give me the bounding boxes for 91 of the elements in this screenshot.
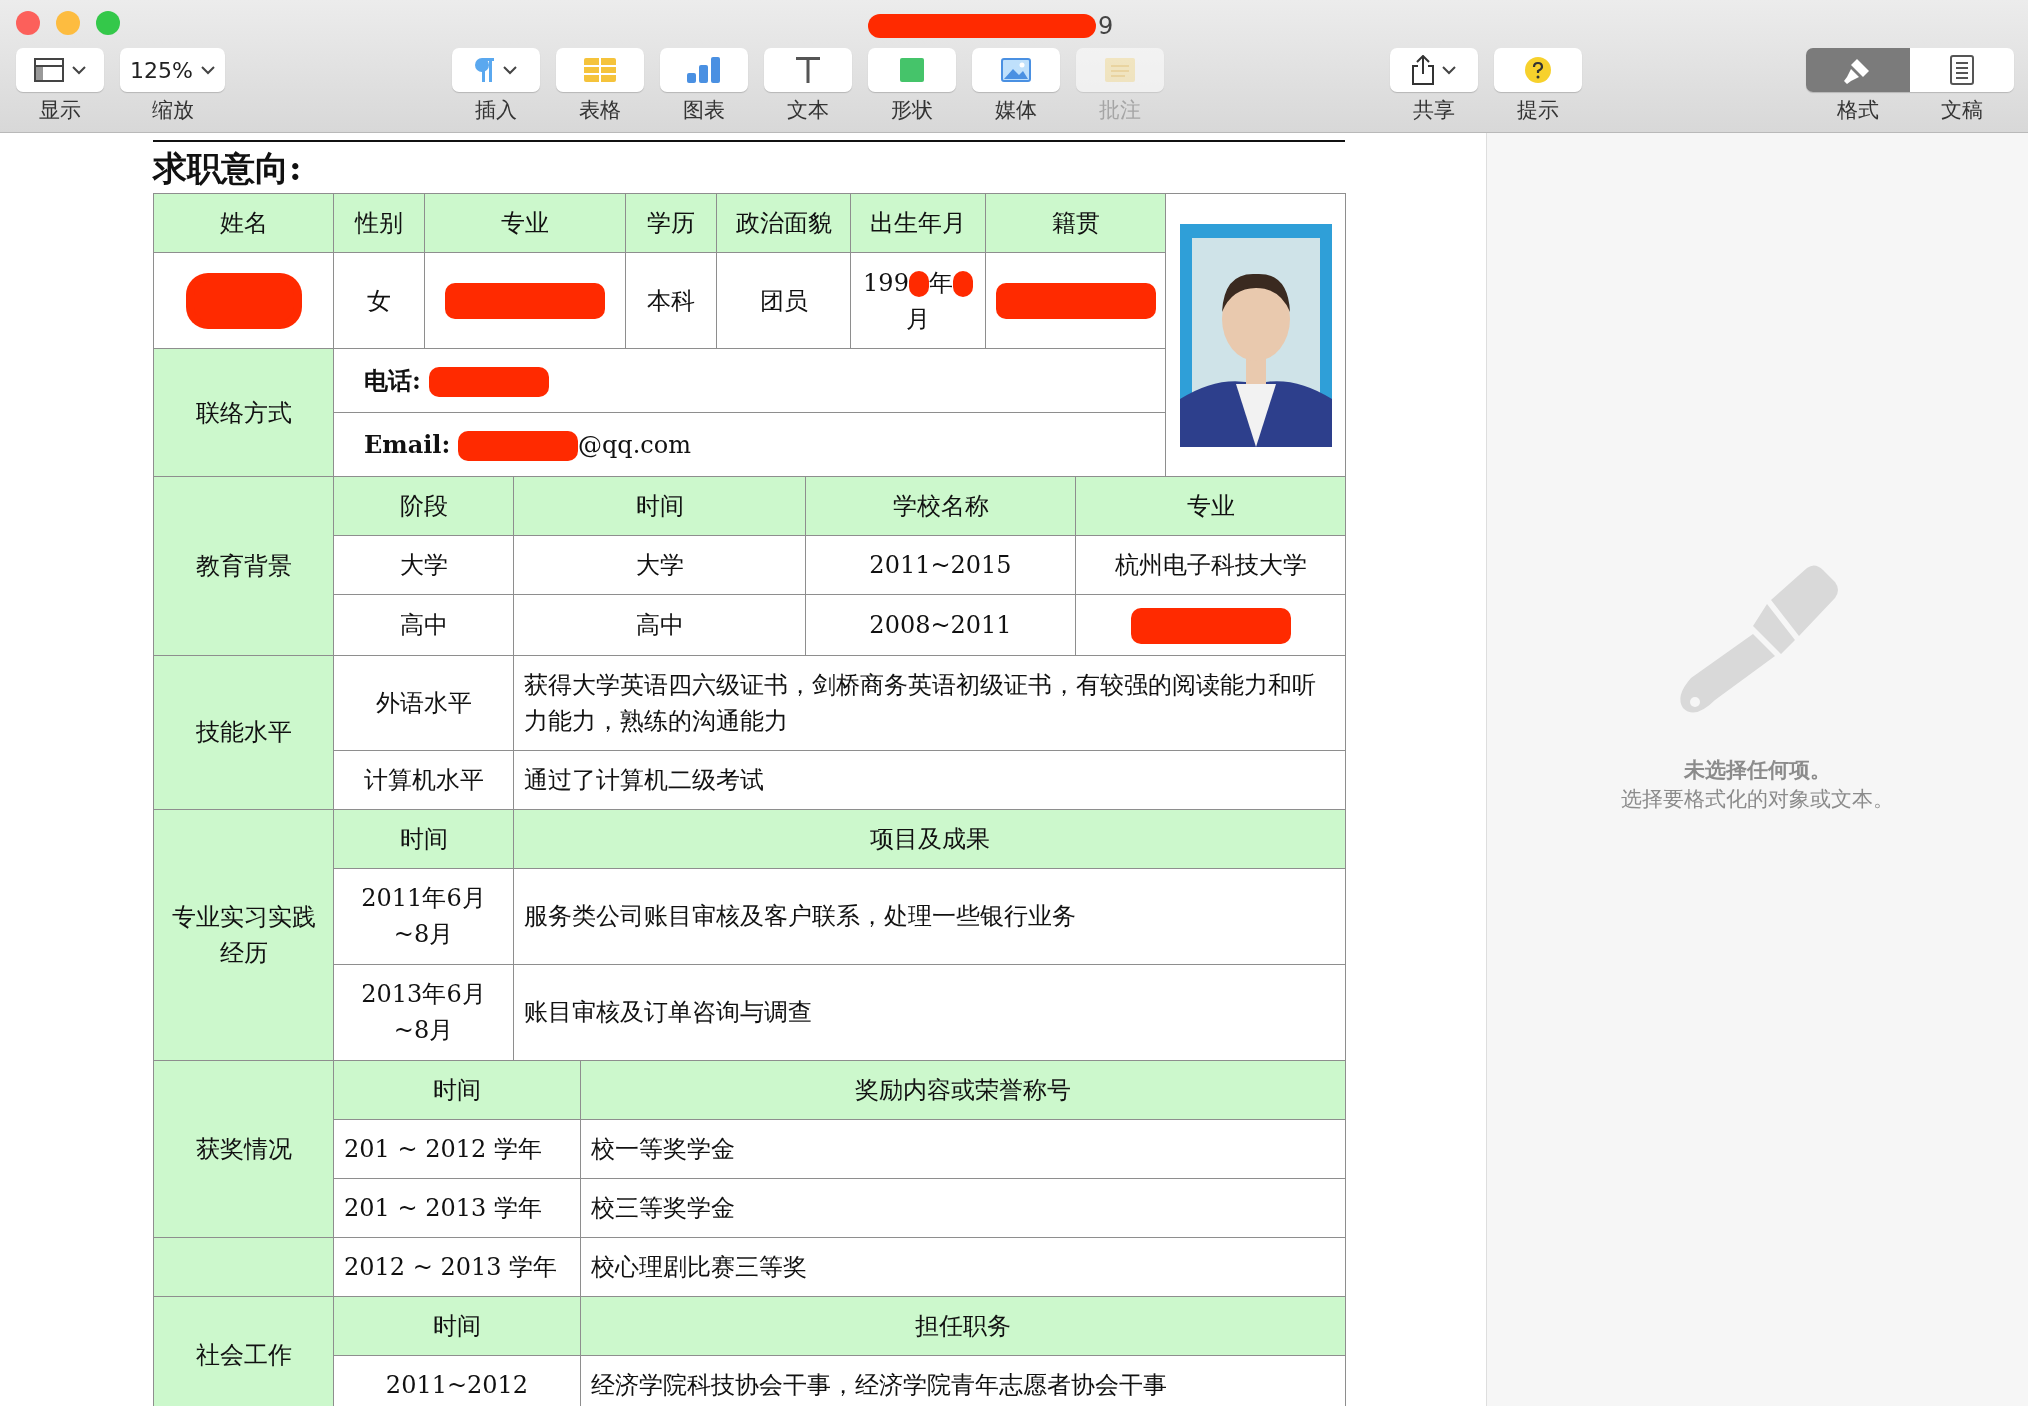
column-header: 姓名	[153, 193, 334, 253]
bar-chart-icon	[687, 57, 721, 83]
toolbar-label: 提示	[1517, 98, 1559, 124]
table-button[interactable]	[556, 48, 644, 92]
toolbar-label: 显示	[39, 98, 81, 124]
toolbar-label: 文本	[787, 98, 829, 124]
table-cell: 服务类公司账目审核及客户联系，处理一些银行业务	[513, 868, 1346, 964]
table-cell: 杭州电子科技大学	[1075, 535, 1346, 595]
minimize-button[interactable]	[56, 11, 80, 35]
redaction-mark	[908, 271, 929, 297]
row-label: 专业实习实践经历	[153, 809, 334, 1060]
column-header: 时间	[333, 1296, 581, 1355]
table-cell: 大学	[333, 535, 514, 595]
chevron-down-icon	[200, 65, 215, 75]
column-header: 学校名称	[805, 476, 1076, 536]
row-label: 社会工作	[153, 1296, 334, 1406]
row-label: 联络方式	[153, 348, 334, 477]
document-tab[interactable]	[1910, 48, 2014, 92]
layout-icon	[34, 58, 64, 82]
table-cell: 2011~2015	[805, 535, 1076, 595]
chevron-down-icon	[72, 65, 86, 75]
toolbar-label: 格式	[1836, 98, 1880, 124]
toolbar-label: 缩放	[151, 98, 194, 124]
column-header: 时间	[333, 809, 514, 868]
hint-text: 选择要格式化的对象或文本。	[1621, 786, 1894, 814]
column-header: 时间	[333, 1060, 581, 1119]
toolbar-label: 文稿	[1940, 98, 1984, 124]
toolbar-label: 表格	[579, 98, 621, 124]
note-icon	[1105, 58, 1135, 82]
column-header: 籍贯	[985, 193, 1166, 253]
square-icon	[900, 58, 924, 82]
table-cell: 团员	[716, 252, 851, 349]
table-cell: 201 ~ 2012 学年	[333, 1119, 581, 1178]
paragraph-icon	[475, 57, 495, 83]
chart-button[interactable]	[660, 48, 748, 92]
media-button[interactable]	[972, 48, 1060, 92]
redaction-mark	[952, 271, 973, 297]
share-button[interactable]	[1390, 48, 1478, 92]
column-header: 时间	[513, 476, 806, 536]
column-header: 奖励内容或荣誉称号	[580, 1060, 1346, 1119]
chevron-down-icon	[1442, 65, 1456, 75]
view-button[interactable]	[16, 48, 104, 92]
zoom-dropdown[interactable]: 125%	[120, 48, 225, 92]
column-header: 出生年月	[850, 193, 986, 253]
share-icon	[1412, 55, 1434, 85]
close-button[interactable]	[16, 11, 40, 35]
cell-text: 年	[928, 268, 953, 297]
empty-message: 未选择任何项。	[1684, 757, 1831, 784]
table-cell: 校一等奖学金	[580, 1119, 1346, 1178]
field-label: Email:	[364, 429, 451, 459]
column-header: 专业	[424, 193, 626, 253]
row-label: 获奖情况	[153, 1060, 334, 1237]
cell-text: 月	[906, 304, 930, 333]
column-header: 学历	[625, 193, 717, 253]
window-title: 9	[1098, 11, 1114, 42]
table-cell: 外语水平	[333, 655, 514, 750]
column-header: 性别	[333, 193, 425, 253]
row-label: 教育背景	[153, 476, 334, 655]
text-icon	[796, 57, 820, 83]
toolbar-label: 图表	[683, 98, 725, 124]
shape-button[interactable]	[868, 48, 956, 92]
document-icon	[1950, 55, 1974, 85]
cell-text: 199	[863, 268, 909, 297]
field-label: 电话:	[364, 365, 421, 395]
toolbar-label: 形状	[891, 98, 933, 124]
table-cell: 女	[333, 252, 425, 349]
toolbar-label: 批注	[1099, 98, 1141, 124]
column-header: 担任职务	[580, 1296, 1346, 1355]
image-icon	[1001, 58, 1031, 82]
table-cell: 获得大学英语四六级证书，剑桥商务英语初级证书，有较强的阅读能力和听力能力，熟练的沟通能力	[513, 655, 1346, 750]
table-cell: 本科	[625, 252, 717, 349]
table-cell: 大学	[513, 535, 806, 595]
row-label: 技能水平	[153, 655, 334, 809]
column-header: 专业	[1075, 476, 1346, 536]
column-header: 政治面貌	[716, 193, 851, 253]
format-tab[interactable]	[1806, 48, 1910, 92]
column-header: 阶段	[333, 476, 514, 536]
heading: 求职意向:	[153, 147, 302, 190]
toolbar-label: 共享	[1413, 98, 1455, 124]
cell-text: @qq.com	[578, 430, 691, 459]
toolbar-label: 插入	[475, 98, 517, 124]
insert-button[interactable]	[452, 48, 540, 92]
text-button[interactable]	[764, 48, 852, 92]
table-icon	[584, 58, 616, 82]
chevron-down-icon	[503, 65, 517, 75]
column-header: 项目及成果	[513, 809, 1346, 868]
tips-button[interactable]	[1494, 48, 1582, 92]
toolbar-label: 媒体	[995, 98, 1037, 124]
help-icon	[1525, 57, 1551, 83]
zoom-button[interactable]	[96, 11, 120, 35]
table-cell: 2011年6月~8月	[333, 868, 514, 964]
